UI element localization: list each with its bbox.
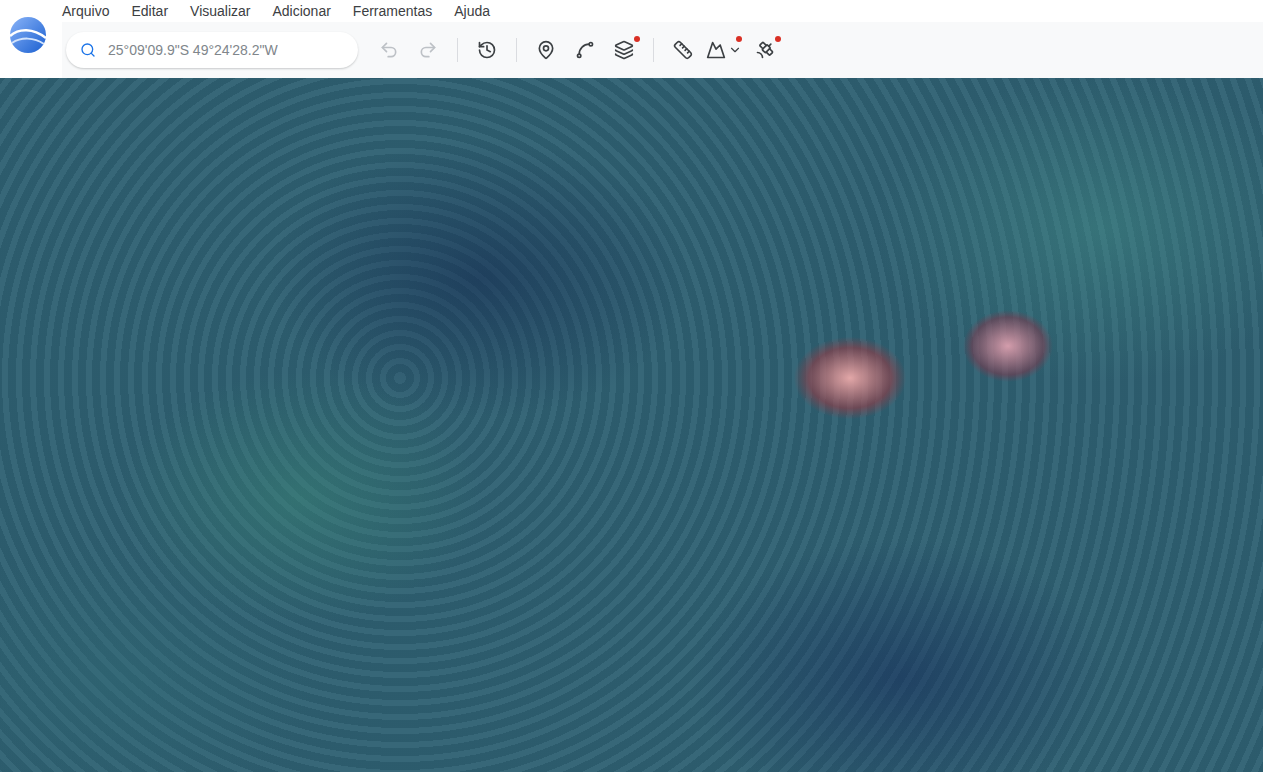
ruler-icon [673,40,693,60]
google-earth-page: Arquivo Editar Visualizar Adicionar Ferramen… [0,0,1263,772]
tools-button[interactable] [747,32,783,68]
placemark-button[interactable] [528,32,564,68]
toolbar: 25°09'09.9"S 49°24'28.2"W [62,22,1263,78]
dropdown-arrow-icon [728,43,742,57]
history-button[interactable] [469,32,505,68]
menu-item[interactable]: Adicionar [272,3,330,19]
menu-item[interactable]: Visualizar [190,3,250,19]
notification-badge [775,36,781,42]
undo-icon [379,40,399,60]
path-icon [575,40,595,60]
menu-bar: Arquivo Editar Visualizar Adicionar Ferramen… [62,0,1263,22]
search-value[interactable]: 25°09'09.9"S 49°24'28.2"W [108,42,278,58]
elevation-icon [706,40,726,60]
satellite-imagery[interactable] [0,78,1263,772]
notification-badge [634,36,640,42]
ruler-button[interactable] [665,32,701,68]
google-earth-logo-icon [9,16,47,54]
notification-badge [736,36,742,42]
layers-button[interactable] [606,32,642,68]
header: Arquivo Editar Visualizar Adicionar Ferramen… [0,0,1263,78]
history-icon [477,40,497,60]
menu-item[interactable]: Ferramentas [353,3,432,19]
placemark-icon [536,40,556,60]
undo-button[interactable] [371,32,407,68]
elevation-button[interactable] [704,32,744,68]
menu-item[interactable]: Ajuda [454,3,490,19]
toolbar-separator [516,38,517,62]
logo[interactable] [0,0,62,78]
menu-item[interactable]: Arquivo [62,3,109,19]
header-right: Arquivo Editar Visualizar Adicionar Ferramen… [62,0,1263,78]
path-button[interactable] [567,32,603,68]
toolbar-separator [653,38,654,62]
redo-button[interactable] [410,32,446,68]
toolbar-separator [457,38,458,62]
redo-icon [418,40,438,60]
search-box[interactable]: 25°09'09.9"S 49°24'28.2"W [66,32,358,68]
tools-icon [755,40,775,60]
layers-icon [614,40,634,60]
search-icon [80,42,96,58]
menu-item[interactable]: Editar [131,3,168,19]
